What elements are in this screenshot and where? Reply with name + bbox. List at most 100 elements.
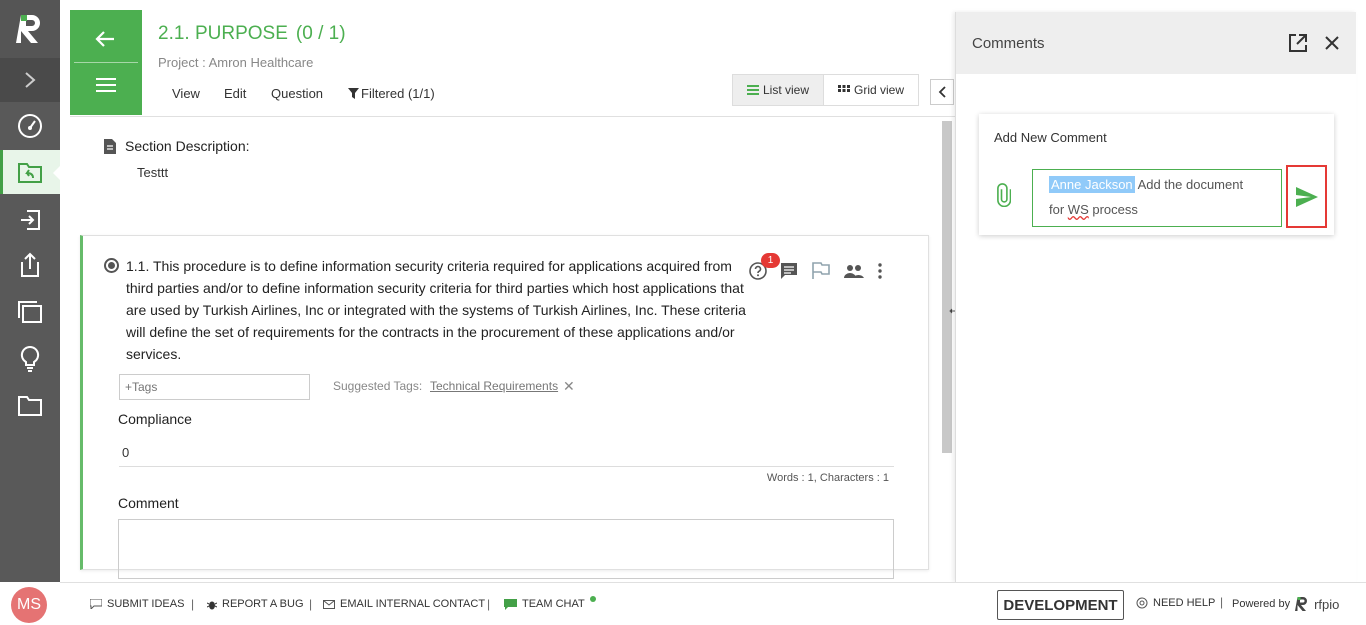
menu-edit[interactable]: Edit	[224, 86, 246, 101]
compliance-value[interactable]: 0	[122, 445, 129, 460]
back-button[interactable]	[94, 30, 116, 51]
expand-sidebar-button[interactable]	[0, 58, 60, 102]
chevron-left-icon	[938, 86, 946, 98]
comment-text-misspelled: WS	[1067, 202, 1089, 217]
menu-view[interactable]: View	[172, 86, 200, 101]
comments-header: Comments	[956, 12, 1356, 74]
email-contact-label: EMAIL INTERNAL CONTACT	[340, 598, 486, 610]
team-chat-link[interactable]: TEAM CHAT	[504, 596, 596, 610]
send-icon	[1295, 186, 1318, 207]
question-text: 1.1. This procedure is to define informa…	[126, 258, 746, 362]
section-description-text: Testtt	[137, 165, 169, 180]
header-divider	[70, 116, 955, 117]
grid-icon	[838, 85, 851, 92]
brand-name: rfpio	[1314, 596, 1340, 612]
comment-input[interactable]: Anne Jackson Add the document for WS proc…	[1032, 169, 1282, 227]
suggested-tags-label: Suggested Tags:	[333, 379, 423, 393]
menu-question[interactable]: Question	[271, 86, 323, 101]
compliance-underline	[119, 466, 894, 467]
question-card: 1.1. This procedure is to define informa…	[80, 235, 929, 579]
flag-icon[interactable]	[811, 262, 831, 280]
menu-filtered[interactable]: Filtered (1/1)	[348, 86, 435, 101]
powered-by: Powered by rfpio	[1232, 595, 1339, 613]
powered-by-label: Powered by	[1232, 598, 1291, 610]
view-toggle: List view Grid view	[732, 74, 920, 106]
question-radio[interactable]	[104, 258, 119, 273]
sidebar-item-insights[interactable]	[0, 337, 60, 381]
grid-view-label: Grid view	[854, 83, 905, 97]
user-avatar[interactable]: MS	[11, 587, 47, 623]
document-icon	[104, 139, 116, 157]
team-chat-icon	[504, 598, 517, 610]
chat-bubble-icon	[90, 599, 102, 609]
comment-icon[interactable]	[780, 262, 798, 280]
rfpio-logo-icon	[16, 15, 40, 43]
compliance-label: Compliance	[118, 411, 192, 427]
sidebar-item-import[interactable]	[0, 198, 60, 242]
need-help-link[interactable]: NEED HELP	[1136, 597, 1215, 609]
tags-input[interactable]	[119, 374, 310, 400]
sidebar-item-library[interactable]	[0, 290, 60, 334]
collapse-panel-button[interactable]	[930, 79, 954, 105]
folder-reply-icon	[18, 163, 42, 183]
project-name: Project : Amron Healthcare	[158, 55, 314, 70]
library-icon	[18, 301, 42, 323]
suggested-tag[interactable]: Technical Requirements	[430, 379, 558, 393]
need-help-label: NEED HELP	[1153, 597, 1216, 609]
bug-icon	[207, 601, 217, 609]
menu-button[interactable]	[96, 78, 116, 95]
envelope-icon	[323, 599, 335, 609]
comment-text-3: process	[1088, 202, 1138, 217]
close-icon[interactable]	[1324, 35, 1340, 51]
email-contact-link[interactable]: EMAIL INTERNAL CONTACT	[323, 598, 485, 610]
left-sidebar	[0, 0, 60, 582]
grid-view-button[interactable]: Grid view	[824, 75, 918, 105]
list-icon	[747, 85, 759, 95]
mention-tag: Anne Jackson	[1049, 176, 1135, 193]
separator: |	[487, 597, 491, 611]
folder-icon	[18, 396, 42, 416]
submit-ideas-link[interactable]: SUBMIT IDEAS	[90, 598, 184, 610]
speedometer-icon	[18, 114, 42, 138]
comments-panel: Comments Add New Comment Anne Jackson Ad…	[955, 12, 1356, 582]
report-bug-link[interactable]: REPORT A BUG	[207, 598, 304, 610]
upload-icon	[21, 252, 39, 277]
people-icon[interactable]	[844, 264, 864, 278]
separator: |	[309, 597, 313, 611]
back-menu-block	[70, 10, 142, 115]
remove-tag-icon[interactable]: ✕	[563, 378, 575, 395]
attach-button[interactable]	[997, 183, 1012, 210]
comment-textarea[interactable]	[118, 519, 894, 579]
online-indicator	[589, 596, 596, 602]
environment-badge: DEVELOPMENT	[997, 590, 1124, 620]
import-icon	[21, 210, 40, 230]
sidebar-item-projects[interactable]	[0, 150, 60, 194]
comment-text-2: for	[1049, 202, 1068, 217]
separator: |	[1220, 595, 1224, 609]
divider	[74, 62, 138, 63]
comment-label: Comment	[118, 495, 179, 511]
add-comment-title: Add New Comment	[994, 130, 1107, 145]
open-external-icon[interactable]	[1288, 33, 1308, 53]
filtered-label: Filtered (1/1)	[361, 86, 435, 101]
page-title: 2.1. PURPOSE (0 / 1)	[158, 23, 346, 45]
send-comment-button[interactable]	[1286, 165, 1327, 228]
word-count: Words : 1, Characters : 1	[766, 472, 889, 484]
separator: |	[191, 597, 195, 611]
footer: SUBMIT IDEAS | REPORT A BUG | EMAIL INTE…	[60, 582, 1366, 625]
chevron-right-icon	[25, 72, 36, 88]
app-logo[interactable]	[0, 0, 60, 58]
more-vertical-icon[interactable]	[877, 263, 883, 279]
sidebar-item-documents[interactable]	[0, 384, 60, 428]
sidebar-item-export[interactable]	[0, 243, 60, 287]
list-view-button[interactable]: List view	[733, 75, 825, 105]
hamburger-icon	[96, 78, 116, 92]
scrollbar[interactable]	[942, 121, 952, 453]
filter-icon	[348, 88, 359, 99]
submit-ideas-label: SUBMIT IDEAS	[107, 598, 185, 610]
report-bug-label: REPORT A BUG	[222, 598, 304, 610]
add-comment-card: Add New Comment Anne Jackson Add the doc…	[979, 114, 1334, 235]
lightbulb-icon	[20, 345, 40, 372]
list-view-label: List view	[763, 83, 810, 97]
sidebar-item-dashboard[interactable]	[0, 104, 60, 148]
